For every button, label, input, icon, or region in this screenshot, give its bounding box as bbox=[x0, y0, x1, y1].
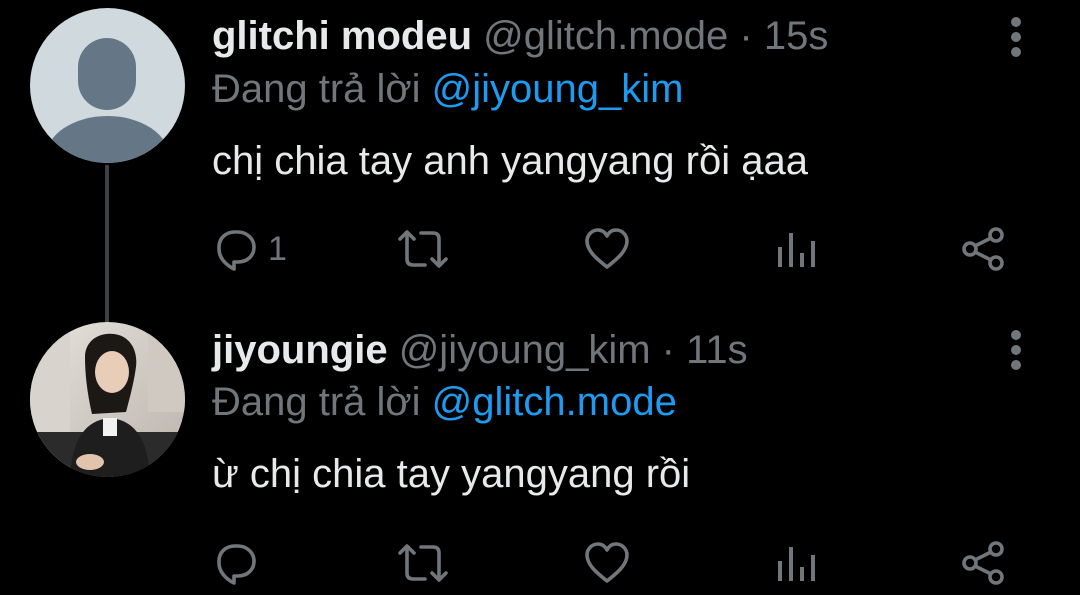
timestamp[interactable]: 11s bbox=[686, 328, 748, 372]
tweet-text: chị chia tay anh yangyang rồi ạaa bbox=[212, 139, 808, 183]
analytics-icon bbox=[776, 541, 816, 585]
retweet-button[interactable] bbox=[397, 538, 449, 588]
user-handle[interactable]: @glitch.mode bbox=[483, 14, 728, 58]
like-icon bbox=[584, 541, 630, 585]
replying-to-mention[interactable]: @jiyoung_kim bbox=[432, 67, 684, 111]
separator-dot: · bbox=[739, 14, 753, 58]
tweet-jiyoung-kim[interactable]: jiyoungie @jiyoung_kim · 11s Đang trả lờ… bbox=[0, 315, 1080, 595]
display-name[interactable]: glitchi modeu bbox=[212, 14, 472, 58]
analytics-button[interactable] bbox=[776, 224, 816, 274]
analytics-icon bbox=[776, 227, 816, 271]
share-button[interactable] bbox=[960, 538, 1006, 588]
replying-to-line: Đang trả lời @glitch.mode bbox=[212, 379, 677, 425]
reply-icon bbox=[214, 541, 258, 585]
timestamp[interactable]: 15s bbox=[764, 14, 829, 58]
tweet-glitch-mode[interactable]: glitchi modeu @glitch.mode · 15s Đang tr… bbox=[0, 0, 1080, 310]
default-avatar-icon[interactable] bbox=[30, 8, 185, 163]
reply-icon bbox=[214, 227, 258, 271]
profile-photo-avatar[interactable] bbox=[30, 322, 185, 477]
retweet-icon bbox=[397, 541, 449, 585]
like-button[interactable] bbox=[584, 224, 630, 274]
retweet-icon bbox=[397, 227, 449, 271]
retweet-button[interactable] bbox=[397, 224, 449, 274]
tweet-text: ừ chị chia tay yangyang rồi bbox=[212, 452, 691, 496]
more-options-icon[interactable] bbox=[1004, 14, 1028, 60]
share-icon bbox=[960, 541, 1006, 585]
display-name[interactable]: jiyoungie bbox=[212, 328, 388, 372]
tweet-header: jiyoungie @jiyoung_kim · 11s bbox=[212, 327, 748, 373]
more-options-icon[interactable] bbox=[1004, 327, 1028, 373]
reply-button[interactable]: 1 bbox=[214, 224, 287, 274]
reply-button[interactable] bbox=[214, 538, 258, 588]
share-button[interactable] bbox=[960, 224, 1006, 274]
separator-dot: · bbox=[661, 328, 675, 372]
like-icon bbox=[584, 227, 630, 271]
replying-to-label: Đang trả lời bbox=[212, 380, 432, 424]
reply-count: 1 bbox=[268, 229, 287, 268]
replying-to-mention[interactable]: @glitch.mode bbox=[432, 380, 677, 424]
replying-to-label: Đang trả lời bbox=[212, 67, 432, 111]
tweet-header: glitchi modeu @glitch.mode · 15s bbox=[212, 13, 828, 59]
user-handle[interactable]: @jiyoung_kim bbox=[399, 328, 651, 372]
replying-to-line: Đang trả lời @jiyoung_kim bbox=[212, 66, 683, 112]
like-button[interactable] bbox=[584, 538, 630, 588]
analytics-button[interactable] bbox=[776, 538, 816, 588]
share-icon bbox=[960, 227, 1006, 271]
